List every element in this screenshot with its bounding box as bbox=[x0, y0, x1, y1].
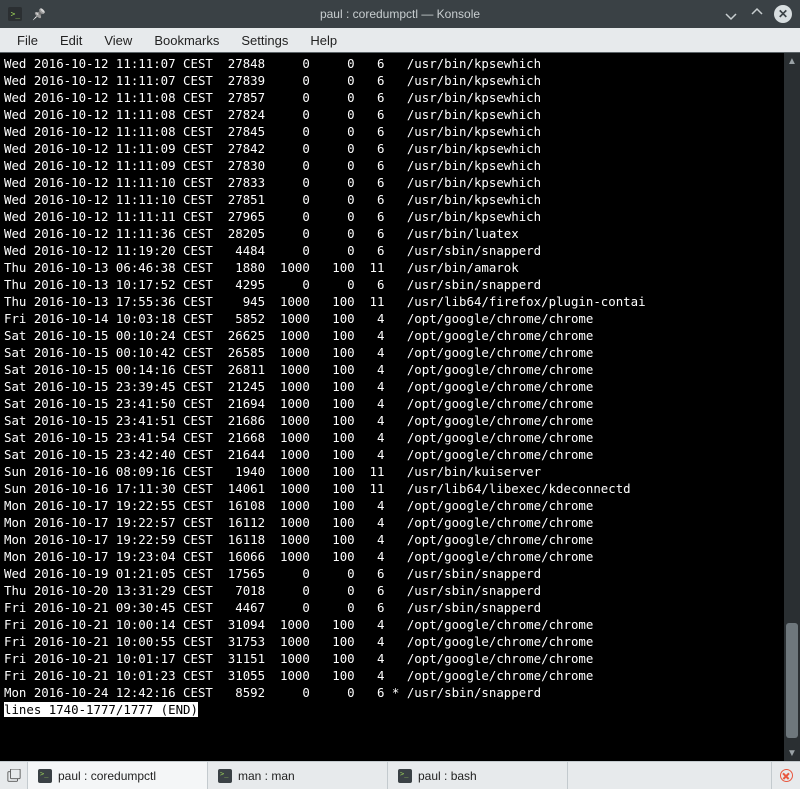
terminal-output[interactable]: Wed 2016-10-12 11:11:07 CEST 27848 0 0 6… bbox=[0, 53, 784, 761]
scroll-track[interactable] bbox=[784, 69, 800, 745]
tab-bash[interactable]: paul : bash bbox=[388, 762, 568, 789]
terminal-icon bbox=[398, 769, 412, 783]
menu-file[interactable]: File bbox=[8, 31, 47, 50]
app-icon: >_ bbox=[8, 7, 22, 21]
maximize-button[interactable] bbox=[748, 5, 766, 23]
terminal-area: Wed 2016-10-12 11:11:07 CEST 27848 0 0 6… bbox=[0, 52, 800, 761]
close-icon bbox=[780, 769, 793, 782]
tabbar-spacer bbox=[568, 762, 772, 789]
menubar: File Edit View Bookmarks Settings Help bbox=[0, 28, 800, 52]
menu-view[interactable]: View bbox=[95, 31, 141, 50]
window: >_ paul : coredumpctl — Konsole ✕ File E… bbox=[0, 0, 800, 789]
tab-label: paul : bash bbox=[418, 769, 477, 783]
tab-man[interactable]: man : man bbox=[208, 762, 388, 789]
menu-edit[interactable]: Edit bbox=[51, 31, 91, 50]
scroll-down-arrow[interactable]: ▼ bbox=[784, 745, 800, 761]
new-tab-button[interactable] bbox=[0, 762, 28, 789]
scroll-thumb[interactable] bbox=[786, 623, 798, 738]
terminal-icon bbox=[218, 769, 232, 783]
pager-status-line: lines 1740-1777/1777 (END) bbox=[4, 702, 198, 717]
svg-text:>_: >_ bbox=[11, 10, 21, 19]
scroll-up-arrow[interactable]: ▲ bbox=[784, 53, 800, 69]
menu-settings[interactable]: Settings bbox=[232, 31, 297, 50]
menu-bookmarks[interactable]: Bookmarks bbox=[145, 31, 228, 50]
menu-help[interactable]: Help bbox=[301, 31, 346, 50]
tab-label: paul : coredumpctl bbox=[58, 769, 156, 783]
titlebar[interactable]: >_ paul : coredumpctl — Konsole ✕ bbox=[0, 0, 800, 28]
minimize-button[interactable] bbox=[722, 5, 740, 23]
tab-coredumpctl[interactable]: paul : coredumpctl bbox=[28, 762, 208, 789]
terminal-icon bbox=[38, 769, 52, 783]
tab-label: man : man bbox=[238, 769, 295, 783]
close-button[interactable]: ✕ bbox=[774, 5, 792, 23]
pin-icon[interactable] bbox=[32, 7, 46, 21]
window-title: paul : coredumpctl — Konsole bbox=[0, 7, 800, 21]
scrollbar[interactable]: ▲ ▼ bbox=[784, 53, 800, 761]
tabbar: paul : coredumpctl man : man paul : bash bbox=[0, 761, 800, 789]
tab-close-button[interactable] bbox=[772, 762, 800, 789]
